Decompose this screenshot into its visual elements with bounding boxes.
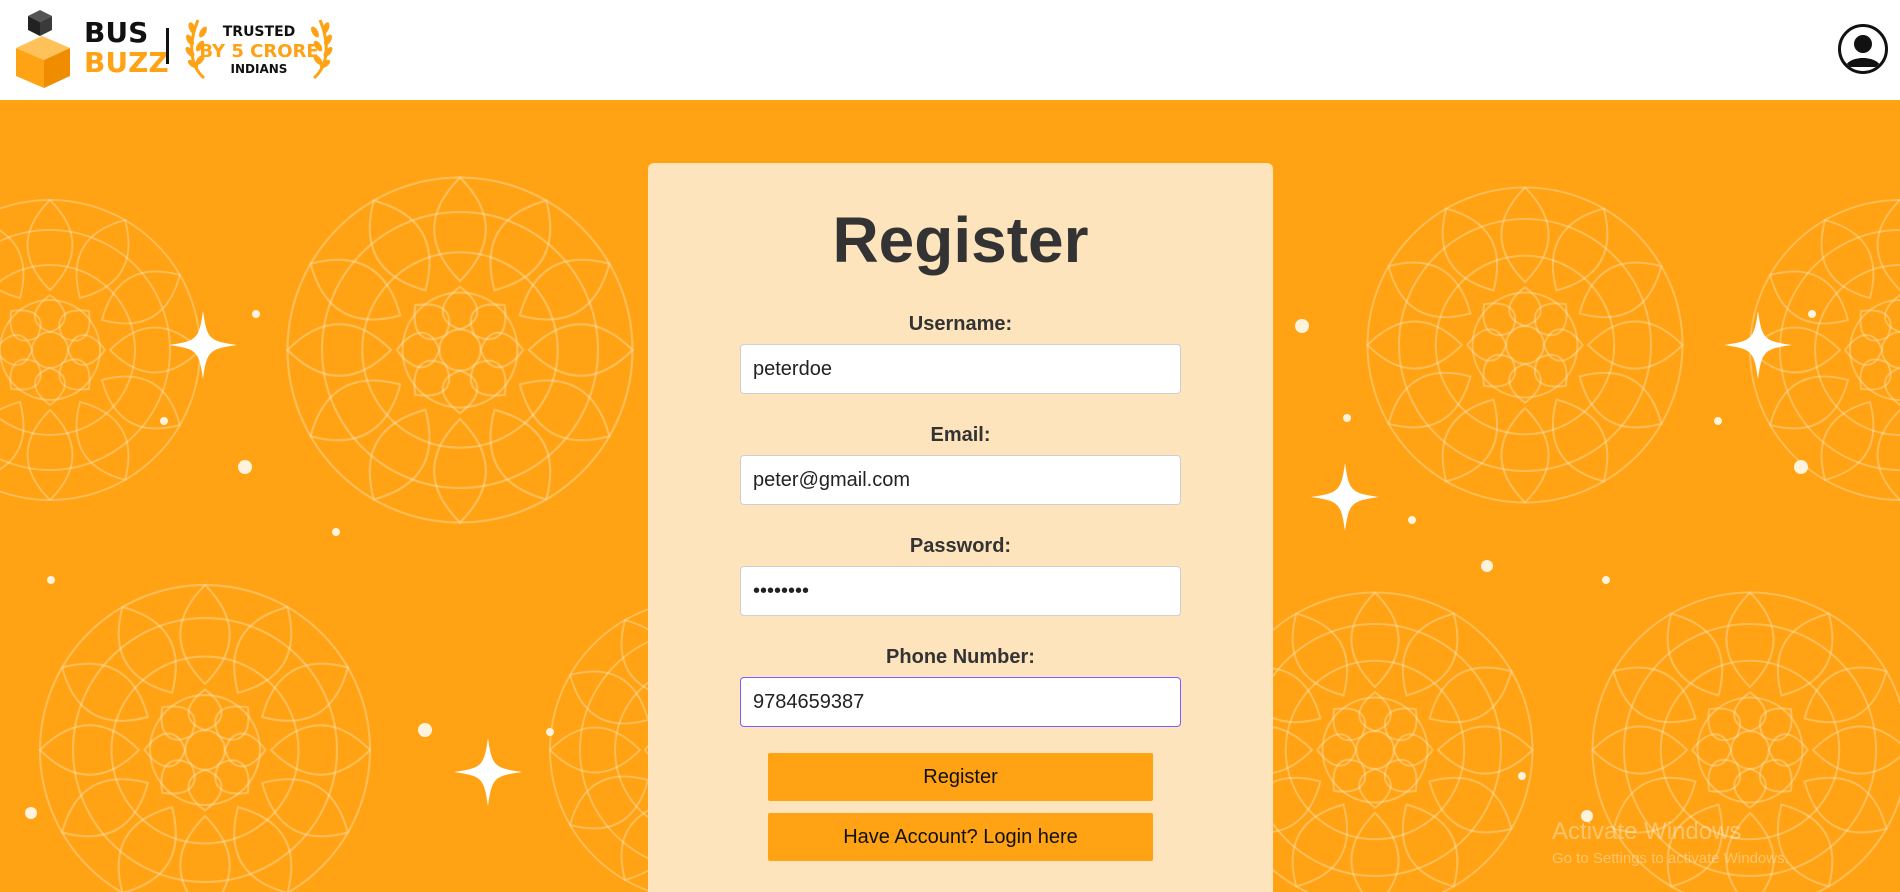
logo-divider bbox=[166, 28, 169, 64]
top-navigation-bar: BUS BUZZ TRUSTED BY 5 CRORE INDIANS bbox=[0, 0, 1900, 100]
login-link-button[interactable]: Have Account? Login here bbox=[768, 813, 1153, 861]
watermark-title: Activate Windows bbox=[1552, 818, 1742, 845]
register-button[interactable]: Register bbox=[768, 753, 1153, 801]
username-label: Username: bbox=[908, 313, 1013, 335]
user-avatar-button[interactable] bbox=[1838, 24, 1888, 74]
laurel-right-icon bbox=[311, 19, 333, 80]
phone-number-input[interactable] bbox=[740, 677, 1181, 727]
trusted-badge: TRUSTED BY 5 CRORE INDIANS bbox=[184, 14, 334, 80]
user-avatar-icon bbox=[1841, 27, 1885, 71]
phone-number-label: Phone Number: bbox=[886, 646, 1035, 668]
password-input[interactable] bbox=[740, 566, 1181, 616]
password-label: Password: bbox=[909, 535, 1012, 557]
logo-wordmark: BUS BUZZ bbox=[84, 18, 169, 78]
email-input[interactable] bbox=[740, 455, 1181, 505]
email-label: Email: bbox=[930, 424, 991, 446]
logo-line-2: BUZZ bbox=[84, 46, 169, 79]
register-card: Register Username: Email: Password: Phon… bbox=[648, 163, 1273, 892]
username-input[interactable] bbox=[740, 344, 1181, 394]
logo-line-1: BUS bbox=[84, 16, 149, 49]
page-title: Register bbox=[832, 204, 1089, 276]
activate-windows-watermark: Activate Windows Go to Settings to activ… bbox=[1552, 818, 1789, 867]
watermark-subtitle: Go to Settings to activate Windows. bbox=[1552, 850, 1789, 867]
busbuzz-logo[interactable]: BUS BUZZ bbox=[14, 8, 169, 88]
cube-logo-icon bbox=[16, 10, 70, 88]
